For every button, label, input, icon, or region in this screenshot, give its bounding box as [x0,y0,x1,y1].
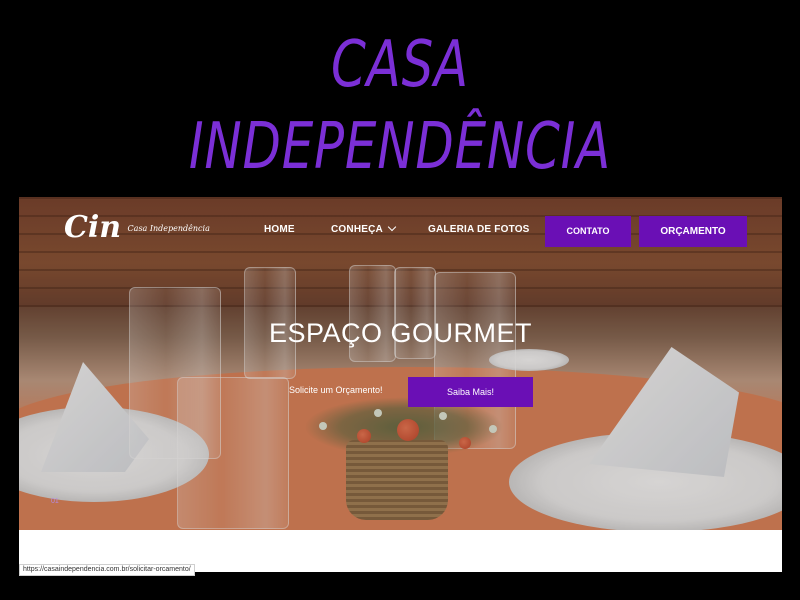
contato-button[interactable]: CONTATO [545,216,631,247]
site-logo[interactable]: Cin Casa Independência [64,213,210,243]
logo-mark: Cin [64,210,122,245]
chevron-down-icon [387,222,397,232]
brand-title-line1: CASA [331,28,469,102]
logo-subtitle: Casa Independência [127,224,210,233]
hero-section: Cin Casa Independência HOME CONHEÇA GALE… [19,197,782,530]
website-screenshot: Cin Casa Independência HOME CONHEÇA GALE… [19,197,782,572]
status-bar-url: https://casaindependencia.com.br/solicit… [19,564,195,576]
brand-banner: CASA INDEPENDÊNCIA [0,0,800,195]
nav-conheca[interactable]: CONHEÇA [331,222,397,235]
orcamento-button[interactable]: ORÇAMENTO [639,216,747,247]
brand-title-line2: INDEPENDÊNCIA [188,110,612,184]
nav-home[interactable]: HOME [264,224,295,235]
saiba-mais-button[interactable]: Saiba Mais! [408,377,533,407]
slide-number: 01 [51,498,59,505]
hero-title: ESPAÇO GOURMET [268,318,533,348]
site-navbar: Cin Casa Independência HOME CONHEÇA GALE… [19,197,782,267]
nav-conheca-label: CONHEÇA [331,224,383,235]
hero-quote-link[interactable]: Solicite um Orçamento! [289,385,383,395]
nav-galeria[interactable]: GALERIA DE FOTOS [428,224,530,235]
